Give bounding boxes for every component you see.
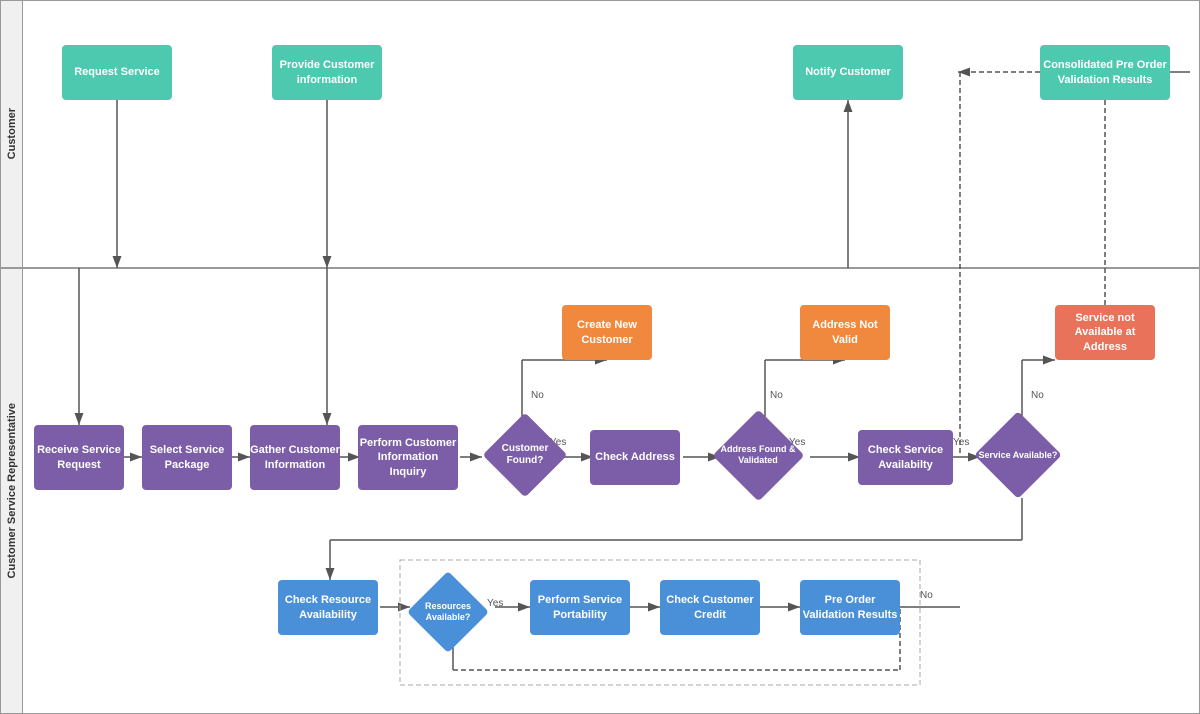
consolidated-results-node: Consolidated Pre Order Validation Result…	[1040, 45, 1170, 100]
label-no-service-available: No	[1031, 390, 1044, 401]
check-credit-node: Check Customer Credit	[660, 580, 760, 635]
create-new-customer-node: Create New Customer	[562, 305, 652, 360]
swimlane-csr-label: Customer Service Representative	[1, 269, 23, 713]
label-yes-resources: Yes	[487, 598, 503, 609]
select-package-node: Select Service Package	[142, 425, 232, 490]
service-not-available-node: Service not Available at Address	[1055, 305, 1155, 360]
label-no-resources: No	[920, 590, 933, 601]
swimlane-customer: Customer	[0, 0, 1200, 268]
resources-available-diamond: Resources Available?	[408, 572, 488, 652]
check-resource-node: Check Resource Availability	[278, 580, 378, 635]
diagram-container: Customer Customer Service Representative	[0, 0, 1200, 714]
service-available-diamond: Service Available?	[978, 415, 1058, 495]
customer-found-diamond: Customer Found?	[485, 415, 565, 495]
label-no-address-found: No	[770, 390, 783, 401]
check-service-availability-node: Check Service Availabilty	[858, 430, 953, 485]
address-not-valid-node: Address Not Valid	[800, 305, 890, 360]
perform-inquiry-node: Perform Customer Information Inquiry	[358, 425, 458, 490]
label-yes-service-available: Yes	[953, 437, 969, 448]
address-found-validated-diamond: Address Found & Validated	[718, 415, 798, 495]
receive-request-node: Receive Service Request	[34, 425, 124, 490]
swimlane-customer-label: Customer	[1, 1, 23, 267]
check-address-node: Check Address	[590, 430, 680, 485]
request-service-node: Request Service	[62, 45, 172, 100]
gather-info-node: Gather Customer Information	[250, 425, 340, 490]
perform-portability-node: Perform Service Portability	[530, 580, 630, 635]
label-no-customer-found: No	[531, 390, 544, 401]
provide-customer-info-node: Provide Customer information	[272, 45, 382, 100]
pre-order-results-node: Pre Order Validation Results	[800, 580, 900, 635]
notify-customer-node: Notify Customer	[793, 45, 903, 100]
